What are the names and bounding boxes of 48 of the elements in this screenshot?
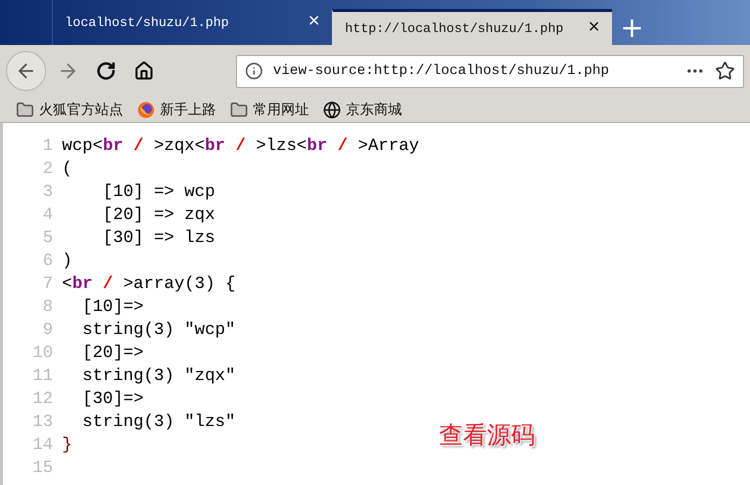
source-code-line: [10] => wcp <box>102 183 216 202</box>
source-code-line: [10]=> <box>81 298 144 317</box>
info-icon <box>245 62 263 80</box>
bookmark-link[interactable]: 火狐官方站点 <box>39 100 123 118</box>
source-code-line: <br / >array(3) { <box>62 275 236 294</box>
source-code-line: [30] => lzs <box>102 229 216 248</box>
source-code-line: string(3) "lzs" <box>81 413 236 432</box>
back-button[interactable] <box>6 51 46 91</box>
browser-tab[interactable]: http://localhost/shuzu/1.php × <box>332 9 612 45</box>
line-number: 7 <box>42 275 54 294</box>
close-tab-button[interactable]: × <box>308 11 320 34</box>
new-tab-button[interactable]: + <box>612 9 652 45</box>
source-code-line: } <box>62 436 72 455</box>
folder-icon <box>230 100 248 118</box>
line-number: 11 <box>32 367 54 386</box>
line-number: 10 <box>32 344 54 363</box>
home-icon <box>134 61 154 81</box>
line-number: 13 <box>32 413 54 432</box>
source-code-line: ) <box>62 252 72 271</box>
bookmark-link[interactable]: 常用网址 <box>253 100 309 118</box>
source-code-line: ( <box>62 160 72 179</box>
bookmark-link[interactable]: 新手上路 <box>160 100 216 118</box>
line-number: 5 <box>42 229 54 248</box>
close-tab-button[interactable]: × <box>588 17 600 40</box>
line-number: 1 <box>42 137 54 156</box>
source-code-line: [30]=> <box>81 390 144 409</box>
source-code-line: wcp<br / >zqx<br / >lzs<br / >Array <box>62 137 420 156</box>
address-bar[interactable]: view-source:http://localhost/shuzu/1.php <box>236 54 744 88</box>
source-code-line: [20]=> <box>81 344 144 363</box>
line-number: 9 <box>42 321 54 340</box>
globe-icon <box>323 100 341 118</box>
reload-icon <box>96 61 116 81</box>
line-number: 3 <box>42 183 54 202</box>
folder-icon <box>16 100 34 118</box>
source-code-line: string(3) "zqx" <box>81 367 236 386</box>
bookmark-star-icon[interactable] <box>715 61 735 81</box>
line-number: 14 <box>32 436 54 455</box>
line-number: 12 <box>32 390 54 409</box>
line-number: 6 <box>42 252 54 271</box>
bookmark-link[interactable]: 京东商城 <box>346 100 402 118</box>
line-number: 2 <box>42 160 54 179</box>
line-number: 15 <box>32 459 54 478</box>
annotation-text: 查看源码 <box>439 420 535 451</box>
line-number: 4 <box>42 206 54 225</box>
browser-icon <box>137 100 155 118</box>
line-number: 8 <box>42 298 54 317</box>
source-code-line: [20] => zqx <box>102 206 216 225</box>
source-code-line: string(3) "wcp" <box>81 321 236 340</box>
